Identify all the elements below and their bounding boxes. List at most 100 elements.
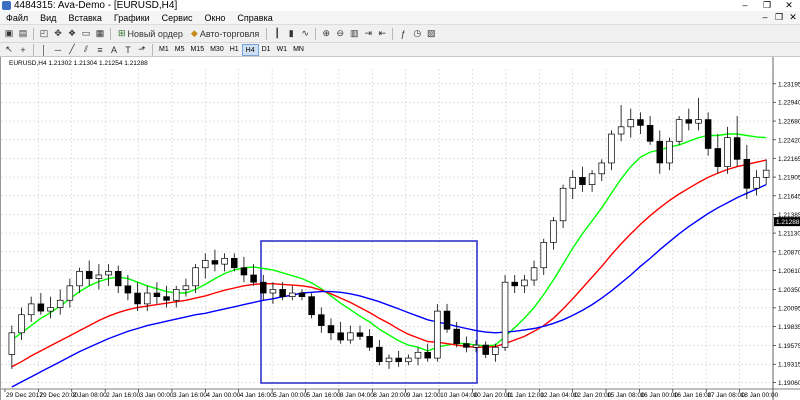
- fibonacci-icon[interactable]: ≡: [94, 43, 106, 57]
- new-order-icon: ⊞: [118, 28, 126, 38]
- candle-body-bull: [588, 173, 596, 185]
- mdi-restore-button[interactable]: ❐: [772, 12, 786, 23]
- new-chart-icon[interactable]: ▣: [3, 27, 15, 41]
- menu-insert[interactable]: Вставка: [62, 11, 107, 25]
- text-icon[interactable]: A: [108, 43, 120, 57]
- candle: [675, 115, 683, 145]
- candle: [153, 282, 161, 304]
- tf-h1[interactable]: H1: [227, 44, 242, 56]
- time-tick-label: 5 Jan 00:00: [273, 392, 307, 399]
- tf-m5[interactable]: M5: [172, 44, 188, 56]
- new-order-label: Новый ордер: [127, 28, 183, 39]
- candle: [298, 289, 306, 301]
- candle-body-bear: [376, 346, 383, 363]
- price-tick-label: 1.21130: [778, 231, 800, 238]
- candle: [743, 144, 751, 200]
- tf-d1[interactable]: D1: [259, 44, 274, 56]
- bar-chart-icon[interactable]: ┃: [271, 27, 283, 41]
- menu-help[interactable]: Справка: [231, 11, 278, 25]
- candle: [753, 170, 760, 196]
- candle: [569, 170, 576, 200]
- mdi-close-button[interactable]: ✕: [786, 12, 800, 23]
- tf-m1[interactable]: M1: [156, 44, 172, 56]
- menu-tools[interactable]: Сервис: [156, 11, 199, 25]
- candle-body-bull: [76, 271, 83, 287]
- autoscroll-icon[interactable]: ⇥: [362, 27, 374, 41]
- candle: [637, 112, 644, 135]
- close-button[interactable]: ✕: [778, 0, 800, 11]
- candle-body-bear: [395, 357, 402, 363]
- candle-body-bull: [405, 357, 412, 363]
- navigator-icon[interactable]: ❖: [66, 27, 78, 41]
- cursor-icon[interactable]: ↖: [3, 43, 15, 57]
- time-tick-label: 17 Jan 08:00: [707, 392, 745, 399]
- candle-body-bear: [298, 292, 306, 298]
- candle: [405, 354, 412, 366]
- time-tick-label: 10 Jan 04:00: [440, 392, 478, 399]
- menu-view[interactable]: Вид: [34, 11, 62, 25]
- app-icon: [2, 1, 11, 10]
- candle-body-bull: [762, 169, 770, 178]
- equidistant-channel-icon[interactable]: ⫽: [80, 43, 92, 57]
- chart-shift-icon[interactable]: ⇤: [376, 27, 388, 41]
- price-tick-label: 1.20610: [778, 268, 800, 275]
- line-chart-icon[interactable]: ∿: [299, 27, 311, 41]
- candle-body-bull: [617, 126, 625, 135]
- zoom-in-icon[interactable]: ⊕: [320, 27, 332, 41]
- menu-charts[interactable]: Графики: [108, 11, 156, 25]
- text-label-icon[interactable]: T: [122, 43, 134, 57]
- candle-body-bull: [182, 285, 190, 290]
- candle-body-bull: [202, 260, 209, 269]
- strategy-tester-icon[interactable]: ▦: [94, 27, 106, 41]
- candle: [443, 303, 451, 333]
- candle-body-bull: [172, 289, 180, 301]
- candle-body-bear: [511, 281, 518, 287]
- candle-body-bull: [289, 292, 296, 298]
- candle-body-bear: [260, 281, 267, 294]
- candle: [56, 289, 64, 315]
- candle-body-bear: [453, 328, 460, 344]
- candle-body-bull: [414, 351, 422, 359]
- tf-h4[interactable]: H4: [241, 43, 259, 56]
- data-window-icon[interactable]: ✥: [52, 27, 64, 41]
- auto-trading-button[interactable]: ◆ Авто-торговля: [188, 27, 262, 41]
- menu-file[interactable]: Файл: [0, 11, 34, 25]
- candle: [550, 217, 557, 250]
- tf-m15[interactable]: M15: [187, 44, 207, 56]
- candle: [414, 347, 422, 366]
- price-tick-label: 1.22165: [778, 156, 800, 163]
- market-watch-icon[interactable]: ◰: [38, 27, 50, 41]
- tf-w1[interactable]: W1: [274, 44, 291, 56]
- tf-mn[interactable]: MN: [290, 44, 307, 56]
- crosshair-icon[interactable]: +: [17, 43, 29, 57]
- profiles-icon[interactable]: ▤: [17, 27, 29, 41]
- minimize-button[interactable]: –: [734, 0, 756, 11]
- terminal-icon[interactable]: ▭: [80, 27, 92, 41]
- tile-windows-icon[interactable]: ▥: [348, 27, 360, 41]
- indicators-icon[interactable]: ƒ: [397, 27, 409, 41]
- candle-body-bear: [443, 310, 451, 330]
- maximize-button[interactable]: ❐: [756, 0, 778, 11]
- trendline-icon[interactable]: ╱: [66, 43, 78, 57]
- price-chart[interactable]: 1.23195 1.22940 1.22680 1.22420 1.22165 1.219…: [1, 57, 800, 400]
- tf-m30[interactable]: M30: [207, 44, 227, 56]
- candle-body-bull: [472, 344, 480, 348]
- candlestick-chart-icon[interactable]: ▮: [285, 27, 297, 41]
- zoom-out-icon[interactable]: ⊖: [334, 27, 346, 41]
- new-order-button[interactable]: ⊞ Новый ордер: [115, 27, 186, 41]
- candle-body-bear: [250, 274, 257, 283]
- periods-icon[interactable]: ◷: [411, 27, 423, 41]
- candle-body-bear: [743, 158, 751, 189]
- chart-info-label: EURUSD,H4 1.21302 1.21304 1.21254 1.2128…: [9, 60, 148, 67]
- templates-icon[interactable]: ▧: [425, 27, 437, 41]
- menu-window[interactable]: Окно: [199, 11, 232, 25]
- arrow-icon[interactable]: ⬏: [136, 43, 148, 57]
- candle-body-bull: [724, 137, 731, 167]
- chart-window[interactable]: 1.23195 1.22940 1.22680 1.22420 1.22165 1.219…: [0, 57, 800, 400]
- price-tick-label: 1.22940: [778, 100, 800, 107]
- horizontal-line-icon[interactable]: ─: [52, 43, 64, 57]
- mdi-minimize-button[interactable]: –: [758, 12, 772, 23]
- candle-body-bull: [221, 258, 228, 265]
- vertical-line-icon[interactable]: │: [38, 43, 50, 57]
- price-tick-label: 1.22420: [778, 137, 800, 144]
